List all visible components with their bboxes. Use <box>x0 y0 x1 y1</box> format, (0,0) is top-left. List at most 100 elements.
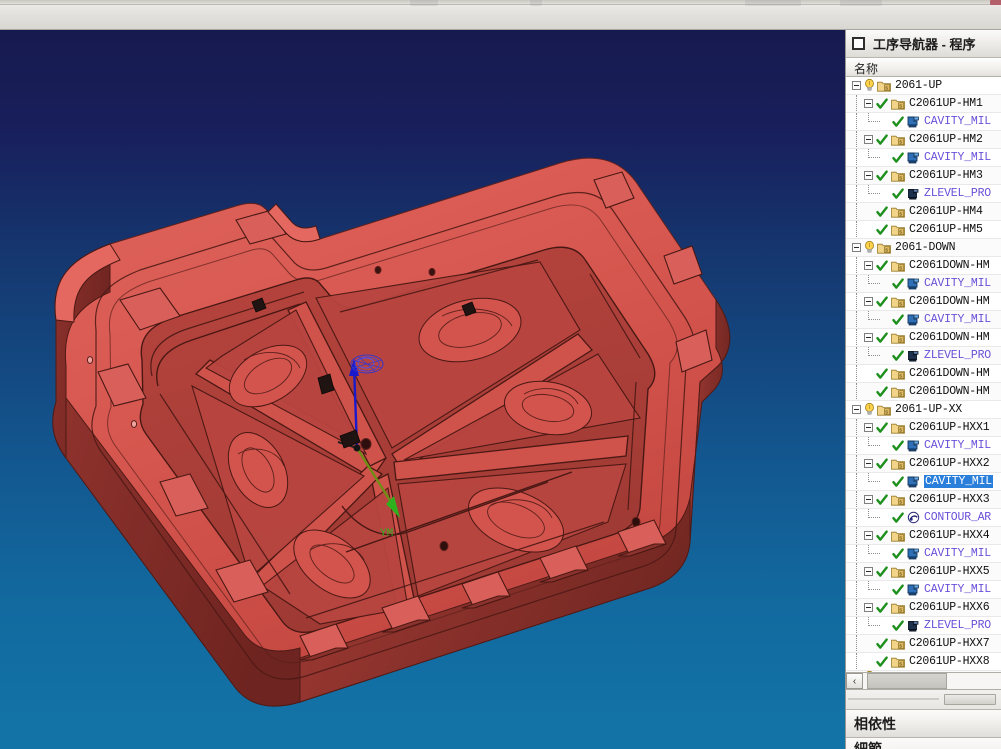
hscroll-track[interactable] <box>863 673 1001 689</box>
tree-expander-collapse[interactable] <box>864 261 873 270</box>
tree-row[interactable]: s C2061DOWN-HM <box>846 257 1001 275</box>
checkmark-status-icon[interactable] <box>892 313 905 326</box>
hscroll-thumb[interactable] <box>867 673 947 689</box>
program-group-name-label[interactable]: C2061UP-HM3 <box>909 169 983 182</box>
tree-row[interactable]: s C2061UP-HXX1 <box>846 419 1001 437</box>
checkmark-status-icon[interactable] <box>892 547 905 560</box>
program-group-name-label[interactable]: C2061DOWN-HM <box>909 385 990 398</box>
program-group-name-label[interactable]: C2061UP-HM1 <box>909 97 983 110</box>
tree-row[interactable]: CAVITY_MIL <box>846 473 1001 491</box>
checkmark-status-icon[interactable] <box>876 385 889 398</box>
program-group-name-label[interactable]: C2061UP-HXX5 <box>909 565 990 578</box>
checkmark-status-icon[interactable] <box>876 421 889 434</box>
checkmark-status-icon[interactable] <box>876 457 889 470</box>
checkmark-status-icon[interactable] <box>876 259 889 272</box>
tree-expander-collapse[interactable] <box>852 405 861 414</box>
operation-name-label[interactable]: CAVITY_MIL <box>924 277 991 290</box>
tree-row[interactable]: s C2061UP-HXX7 <box>846 635 1001 653</box>
tree-expander-collapse[interactable] <box>864 495 873 504</box>
checkmark-status-icon[interactable] <box>876 601 889 614</box>
checkmark-status-icon[interactable] <box>892 511 905 524</box>
program-group-name-label[interactable]: C2061UP-HXX7 <box>909 637 990 650</box>
tree-horizontal-scrollbar[interactable]: ‹ <box>846 673 1001 690</box>
checkmark-status-icon[interactable] <box>876 295 889 308</box>
operation-name-label[interactable]: CAVITY_MIL <box>924 583 991 596</box>
checkmark-status-icon[interactable] <box>876 169 889 182</box>
operation-name-label[interactable]: CAVITY_MIL <box>924 151 991 164</box>
checkmark-status-icon[interactable] <box>876 223 889 236</box>
tree-row[interactable]: CAVITY_MIL <box>846 311 1001 329</box>
tree-expander-collapse[interactable] <box>864 423 873 432</box>
scroll-left-button[interactable]: ‹ <box>846 673 863 689</box>
checkmark-status-icon[interactable] <box>876 637 889 650</box>
operation-name-label[interactable]: CAVITY_MIL <box>924 115 991 128</box>
operation-name-label[interactable]: CAVITY_MIL <box>924 439 991 452</box>
program-group-name-label[interactable]: 2061-UP <box>895 79 942 92</box>
detail-section-header[interactable]: 細節 <box>846 738 1001 749</box>
checkmark-status-icon[interactable] <box>876 493 889 506</box>
program-group-name-label[interactable]: 2061-UP-XX <box>895 403 962 416</box>
tree-row[interactable]: ZLEVEL_PRO <box>846 617 1001 635</box>
operation-name-label[interactable]: CAVITY_MIL <box>924 475 994 488</box>
lightbulb-status-icon[interactable] <box>864 240 875 254</box>
3d-viewport[interactable]: YM <box>0 30 845 749</box>
program-group-name-label[interactable]: C2061UP-HM2 <box>909 133 983 146</box>
checkmark-status-icon[interactable] <box>876 367 889 380</box>
tree-expander-collapse[interactable] <box>864 603 873 612</box>
program-group-name-label[interactable]: 2061-DOWN <box>895 241 956 254</box>
dependency-section-header[interactable]: 相依性 <box>846 710 1001 738</box>
splitter-thumb[interactable] <box>944 694 996 705</box>
tree-row[interactable]: ZLEVEL_PRO <box>846 347 1001 365</box>
tree-expander-collapse[interactable] <box>864 297 873 306</box>
program-group-name-label[interactable]: C2061UP-HXX8 <box>909 655 990 668</box>
toolbar-ghost-item-7[interactable] <box>530 0 542 6</box>
tree-expander-collapse[interactable] <box>864 459 873 468</box>
checkmark-status-icon[interactable] <box>876 655 889 668</box>
tree-column-header-name[interactable]: 名称 <box>846 58 1001 77</box>
operation-name-label[interactable]: CONTOUR_AR <box>924 511 991 524</box>
tree-row[interactable]: s C2061UP-HM5 <box>846 221 1001 239</box>
lightbulb-status-icon[interactable] <box>864 78 875 92</box>
checkmark-status-icon[interactable] <box>892 277 905 290</box>
tree-row[interactable]: CAVITY_MIL <box>846 581 1001 599</box>
checkmark-status-icon[interactable] <box>892 619 905 632</box>
tree-row[interactable]: s C2061DOWN-HM <box>846 329 1001 347</box>
checkmark-status-icon[interactable] <box>892 349 905 362</box>
checkmark-status-icon[interactable] <box>892 115 905 128</box>
checkmark-status-icon[interactable] <box>892 475 905 488</box>
tree-row[interactable]: ZLEVEL_PRO <box>846 185 1001 203</box>
tree-row[interactable]: s 2061-UP-XX <box>846 401 1001 419</box>
toolbar-ghost-item-2[interactable] <box>745 0 801 6</box>
toolbar-ghost-item-red[interactable] <box>990 0 1001 5</box>
tree-row[interactable]: s C2061UP-HXX5 <box>846 563 1001 581</box>
lightbulb-status-icon[interactable] <box>864 402 875 416</box>
tree-expander-collapse[interactable] <box>864 135 873 144</box>
tree-expander-collapse[interactable] <box>864 531 873 540</box>
checkmark-status-icon[interactable] <box>876 565 889 578</box>
tree-row[interactable]: s C2061UP-HM3 <box>846 167 1001 185</box>
tree-row[interactable]: CAVITY_MIL <box>846 275 1001 293</box>
tree-row[interactable]: s C2061UP-HXX6 <box>846 599 1001 617</box>
tree-row[interactable]: s 2061-DOWN <box>846 239 1001 257</box>
program-group-name-label[interactable]: C2061UP-HXX2 <box>909 457 990 470</box>
tree-row[interactable]: s C2061UP-HM1 <box>846 95 1001 113</box>
checkmark-status-icon[interactable] <box>876 331 889 344</box>
tree-row[interactable]: s C2061DOWN-HM <box>846 383 1001 401</box>
operation-name-label[interactable]: CAVITY_MIL <box>924 313 991 326</box>
tree-expander-collapse[interactable] <box>852 81 861 90</box>
tree-expander-collapse[interactable] <box>852 243 861 252</box>
checkmark-status-icon[interactable] <box>892 187 905 200</box>
operation-name-label[interactable]: ZLEVEL_PRO <box>924 187 991 200</box>
program-group-name-label[interactable]: C2061UP-HM5 <box>909 223 983 236</box>
program-group-name-label[interactable]: C2061UP-HXX6 <box>909 601 990 614</box>
checkmark-status-icon[interactable] <box>876 529 889 542</box>
tree-row[interactable]: s C2061UP-HXX8 <box>846 653 1001 671</box>
operation-name-label[interactable]: ZLEVEL_PRO <box>924 349 991 362</box>
program-group-name-label[interactable]: C2061UP-HM4 <box>909 205 983 218</box>
checkmark-status-icon[interactable] <box>876 133 889 146</box>
tree-row[interactable]: s C2061UP-HXX2 <box>846 455 1001 473</box>
tree-row[interactable]: CAVITY_MIL <box>846 437 1001 455</box>
top-toolbar[interactable] <box>0 0 1001 30</box>
program-group-name-label[interactable]: C2061UP-HXX4 <box>909 529 990 542</box>
checkmark-status-icon[interactable] <box>892 151 905 164</box>
